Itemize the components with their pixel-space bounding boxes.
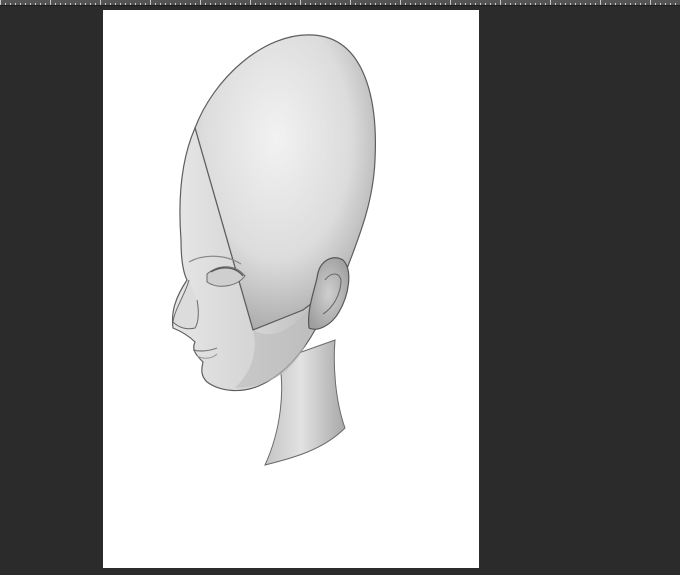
ruler-ticks (0, 0, 676, 5)
image-editor-window (0, 0, 680, 575)
document-canvas[interactable] (103, 10, 479, 568)
canvas-area[interactable] (0, 6, 680, 575)
head-model-image (171, 34, 376, 466)
